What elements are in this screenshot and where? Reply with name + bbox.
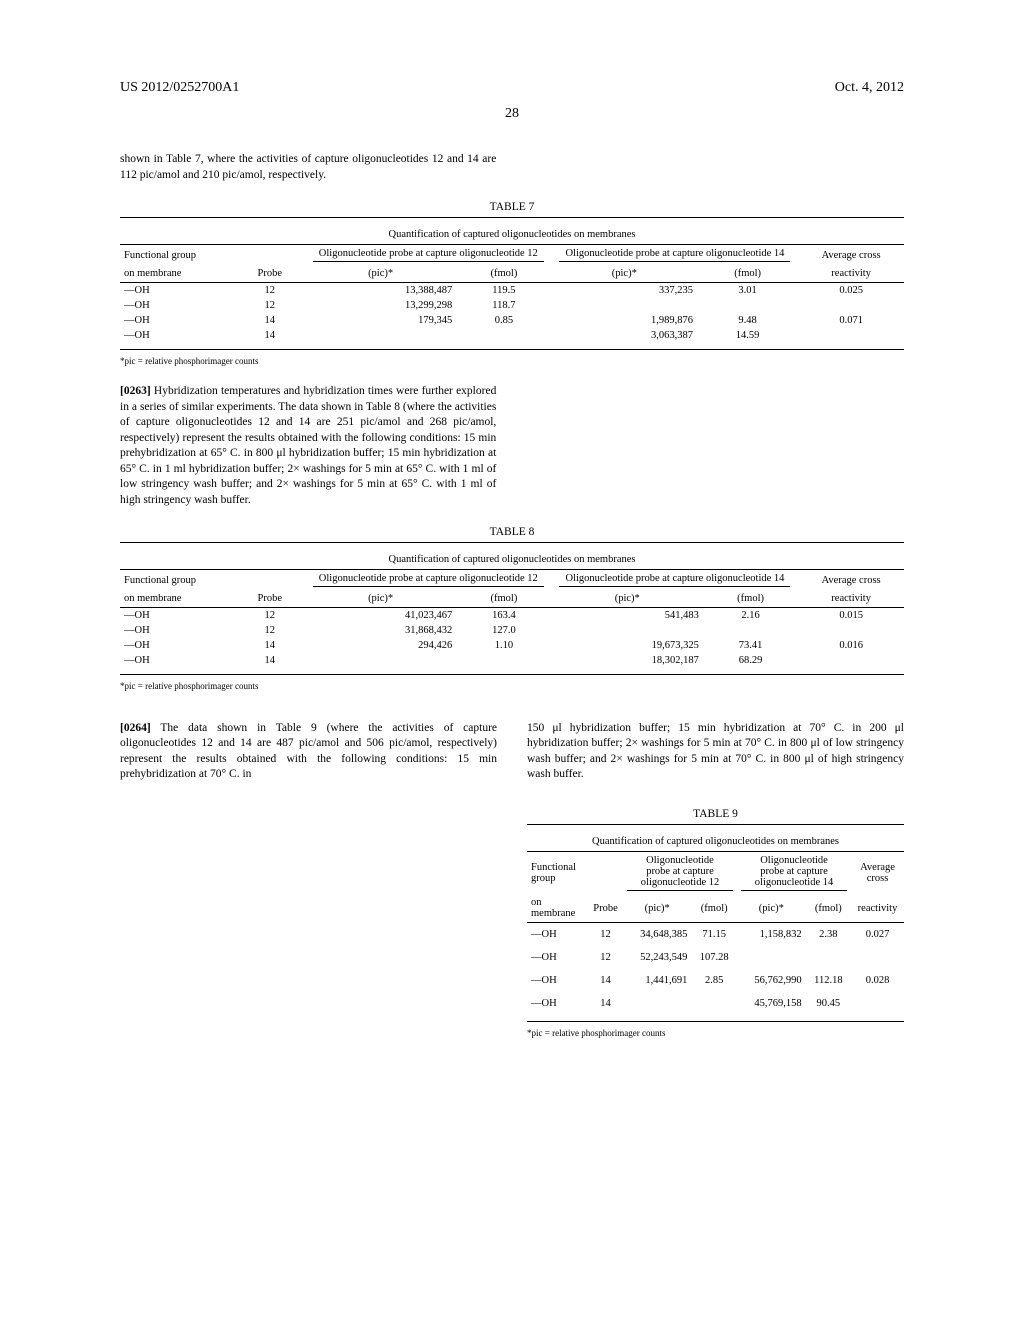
paragraph-0264-right: 150 μl hybridization buffer; 15 min hybr… <box>527 721 904 783</box>
table-row: —OH1418,302,18768.29 <box>120 653 904 668</box>
paragraph-0263: [0263] Hybridization temperatures and hy… <box>120 384 496 508</box>
table-row: —OH14179,3450.851,989,8769.480.071 <box>120 313 904 328</box>
table-7-footnote: *pic = relative phosphorimager counts <box>120 356 904 366</box>
col-membrane: on membrane <box>120 265 235 283</box>
table-9-footnote: *pic = relative phosphorimager counts <box>527 1028 904 1038</box>
col-fmol12: (fmol) <box>456 265 551 283</box>
table-row: —OH1213,299,298118.7 <box>120 298 904 313</box>
col-func-group: Functional group <box>120 245 235 266</box>
table-row: —OH1231,868,432127.0 <box>120 623 904 638</box>
table-8-footnote: *pic = relative phosphorimager counts <box>120 681 904 691</box>
publication-date: Oct. 4, 2012 <box>835 80 904 96</box>
para-num-0264: [0264] <box>120 722 151 734</box>
table-row: —OH1252,243,549107.28 <box>527 946 904 969</box>
table-9: TABLE 9 Quantification of captured oligo… <box>527 808 904 1038</box>
table-7: TABLE 7 Quantification of captured oligo… <box>120 201 904 366</box>
page-number: 28 <box>120 106 904 122</box>
table-row: —OH1241,023,467163.4541,4832.160.015 <box>120 608 904 624</box>
para-num-0263: [0263] <box>120 385 151 397</box>
table-7-label: TABLE 7 <box>120 201 904 213</box>
col-pic14: (pic)* <box>552 265 697 283</box>
col-probe12: Oligonucleotide probe at capture oligonu… <box>313 248 544 262</box>
publication-number: US 2012/0252700A1 <box>120 80 239 96</box>
col-reactivity: reactivity <box>798 265 904 283</box>
table-row: —OH1213,388,487119.5337,2353.010.025 <box>120 283 904 299</box>
table-9-title: Quantification of captured oligonucleoti… <box>592 836 839 847</box>
table-row: —OH14294,4261.1019,673,32573.410.016 <box>120 638 904 653</box>
table-8: TABLE 8 Quantification of captured oligo… <box>120 526 904 691</box>
table-8-title: Quantification of captured oligonucleoti… <box>389 554 636 565</box>
col-pic12: (pic)* <box>305 265 456 283</box>
table-row: —OH1234,648,38571.151,158,8322.380.027 <box>527 923 904 947</box>
intro-paragraph: shown in Table 7, where the activities o… <box>120 152 496 183</box>
table-row: —OH141,441,6912.8556,762,990112.180.028 <box>527 969 904 992</box>
table-8-label: TABLE 8 <box>120 526 904 538</box>
table-7-title: Quantification of captured oligonucleoti… <box>389 229 636 240</box>
paragraph-0264-left: [0264] The data shown in Table 9 (where … <box>120 721 497 783</box>
col-fmol14: (fmol) <box>697 265 798 283</box>
col-probe: Probe <box>235 265 305 283</box>
table-row: —OH1445,769,15890.45 <box>527 992 904 1015</box>
col-probe14: Oligonucleotide probe at capture oligonu… <box>559 248 790 262</box>
table-9-label: TABLE 9 <box>527 808 904 820</box>
para-0263-text: Hybridization temperatures and hybridiza… <box>120 385 496 506</box>
page-header: US 2012/0252700A1 Oct. 4, 2012 <box>120 80 904 96</box>
col-avg: Average cross <box>798 245 904 266</box>
table-row: —OH143,063,38714.59 <box>120 328 904 343</box>
para-0264-text-left: The data shown in Table 9 (where the act… <box>120 722 497 781</box>
